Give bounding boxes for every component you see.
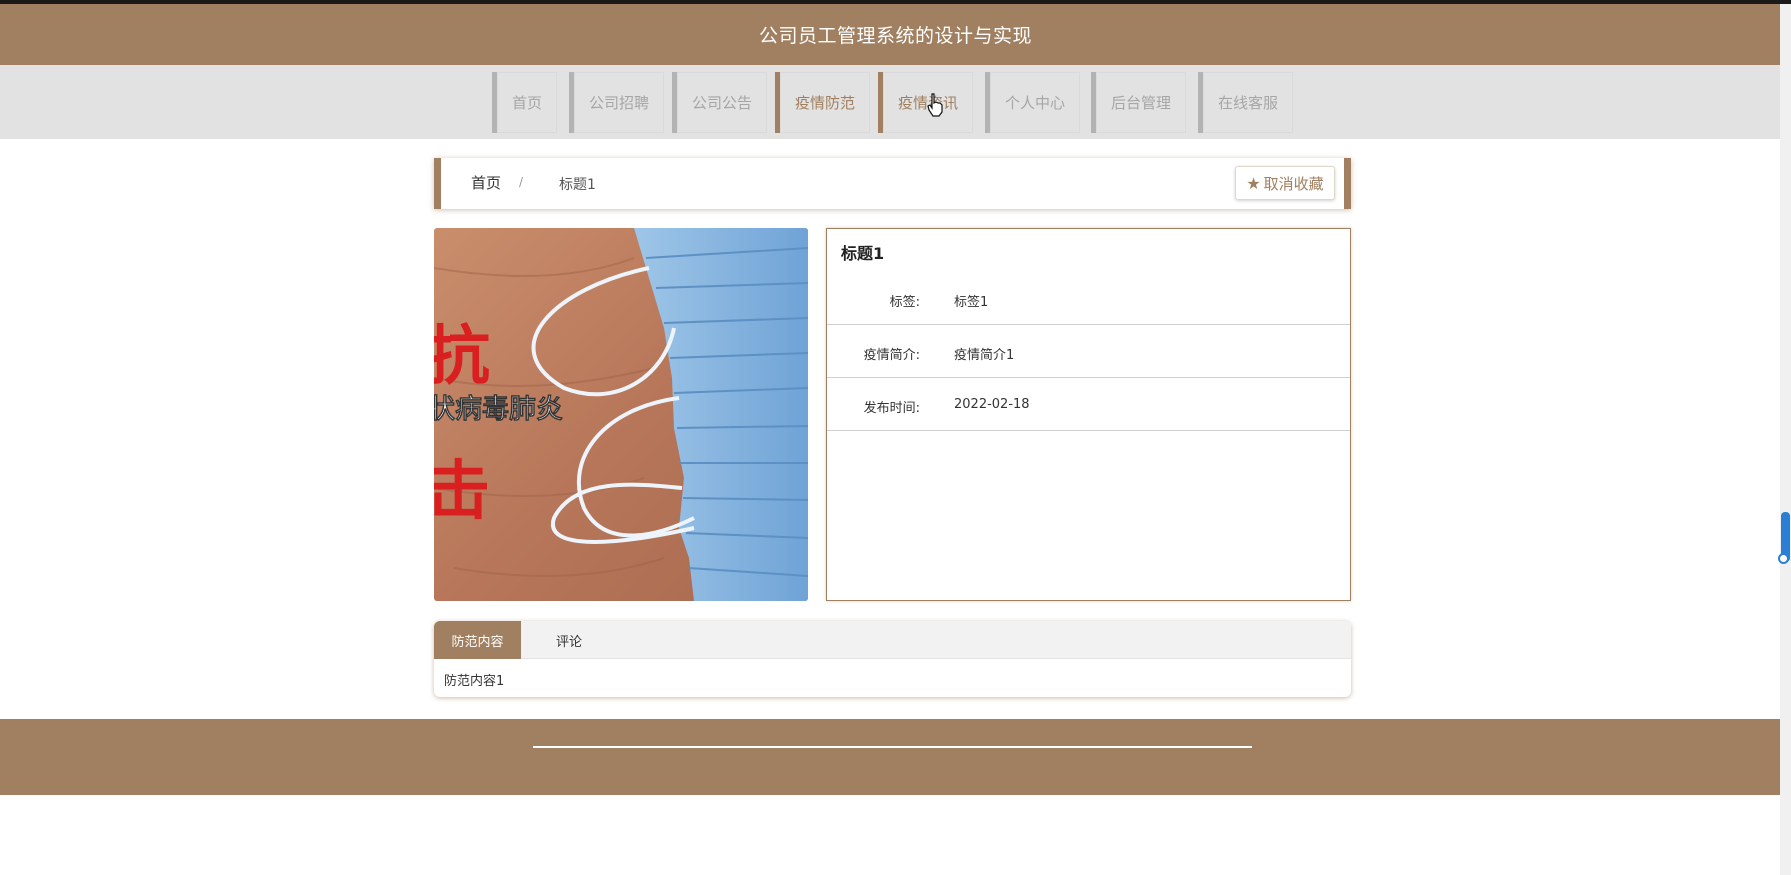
nav-item-label: 在线客服 (1217, 94, 1278, 112)
unfavorite-label: 取消收藏 (1263, 174, 1324, 193)
hand-cursor-icon (927, 93, 943, 117)
tab-content-text: 防范内容1 (444, 674, 505, 689)
image-overlay-text-3: 击 (434, 455, 490, 529)
breadcrumb-home-link[interactable]: 首页 (471, 172, 501, 193)
site-footer (0, 719, 1791, 795)
unfavorite-button[interactable]: ★ 取消收藏 (1235, 166, 1335, 200)
image-overlay-text-2: 状病毒肺炎 (434, 394, 563, 425)
nav-item-label: 首页 (511, 94, 542, 112)
nav-item-label: 疫情防范 (794, 94, 855, 112)
nav-item-label: 后台管理 (1110, 94, 1171, 112)
detail-value: 疫情简介1 (954, 348, 1015, 363)
tab-label: 防范内容 (451, 634, 504, 650)
site-header: 公司员工管理系统的设计与实现 (0, 4, 1791, 65)
main-nav: 首页 公司招聘 公司公告 疫情防范 疫情资讯 个人中心 后台管理 在线客服 (0, 65, 1791, 139)
detail-title: 标题1 (841, 244, 885, 263)
detail-row-summary: 疫情简介: 疫情简介1 (827, 325, 1350, 378)
star-icon: ★ (1246, 173, 1261, 193)
detail-label: 发布时间: (863, 401, 920, 416)
detail-value: 标签1 (954, 295, 989, 310)
detail-label: 标签: (889, 295, 920, 310)
breadcrumb-bar: 首页 / 标题1 ★ 取消收藏 (434, 158, 1351, 209)
detail-value: 2022-02-18 (954, 397, 1030, 412)
nav-item-epidemic-prevention[interactable]: 疫情防范 (775, 72, 870, 133)
image-overlay-text-1: 抗 (434, 320, 490, 394)
content-tabs: 防范内容 评论 防范内容1 (434, 621, 1351, 697)
article-image: 抗 状病毒肺炎 击 (434, 228, 808, 601)
breadcrumb-separator: / (519, 175, 524, 189)
nav-item-recruitment[interactable]: 公司招聘 (569, 72, 664, 133)
page: 公司员工管理系统的设计与实现 首页 公司招聘 公司公告 疫情防范 疫情资讯 个人… (0, 0, 1791, 875)
tab-bar: 防范内容 评论 (434, 621, 1351, 659)
nav-item-label: 个人中心 (1004, 94, 1065, 112)
footer-divider (533, 746, 1252, 748)
detail-row-tag: 标签: 标签1 (827, 272, 1350, 325)
detail-row-publish-time: 发布时间: 2022-02-18 (827, 378, 1350, 431)
tab-label: 评论 (555, 634, 582, 650)
tab-prevention-content[interactable]: 防范内容 (434, 621, 521, 659)
tab-comments[interactable]: 评论 (521, 621, 617, 659)
site-title: 公司员工管理系统的设计与实现 (758, 25, 1032, 47)
nav-item-home[interactable]: 首页 (492, 72, 557, 133)
nav-item-label: 公司公告 (691, 94, 752, 112)
breadcrumb-current: 标题1 (559, 177, 596, 193)
nav-item-personal-center[interactable]: 个人中心 (985, 72, 1080, 133)
detail-label: 疫情简介: (863, 348, 920, 363)
detail-panel: 标题1 标签: 标签1 疫情简介: 疫情简介1 发布时间: 2022-02-18 (826, 228, 1351, 601)
nav-item-online-service[interactable]: 在线客服 (1198, 72, 1293, 133)
nav-item-admin[interactable]: 后台管理 (1091, 72, 1186, 133)
nav-item-label: 公司招聘 (588, 94, 649, 112)
nav-item-announcements[interactable]: 公司公告 (672, 72, 767, 133)
scrollbar-knob[interactable] (1778, 553, 1789, 564)
page-scrollbar[interactable] (1780, 4, 1791, 875)
